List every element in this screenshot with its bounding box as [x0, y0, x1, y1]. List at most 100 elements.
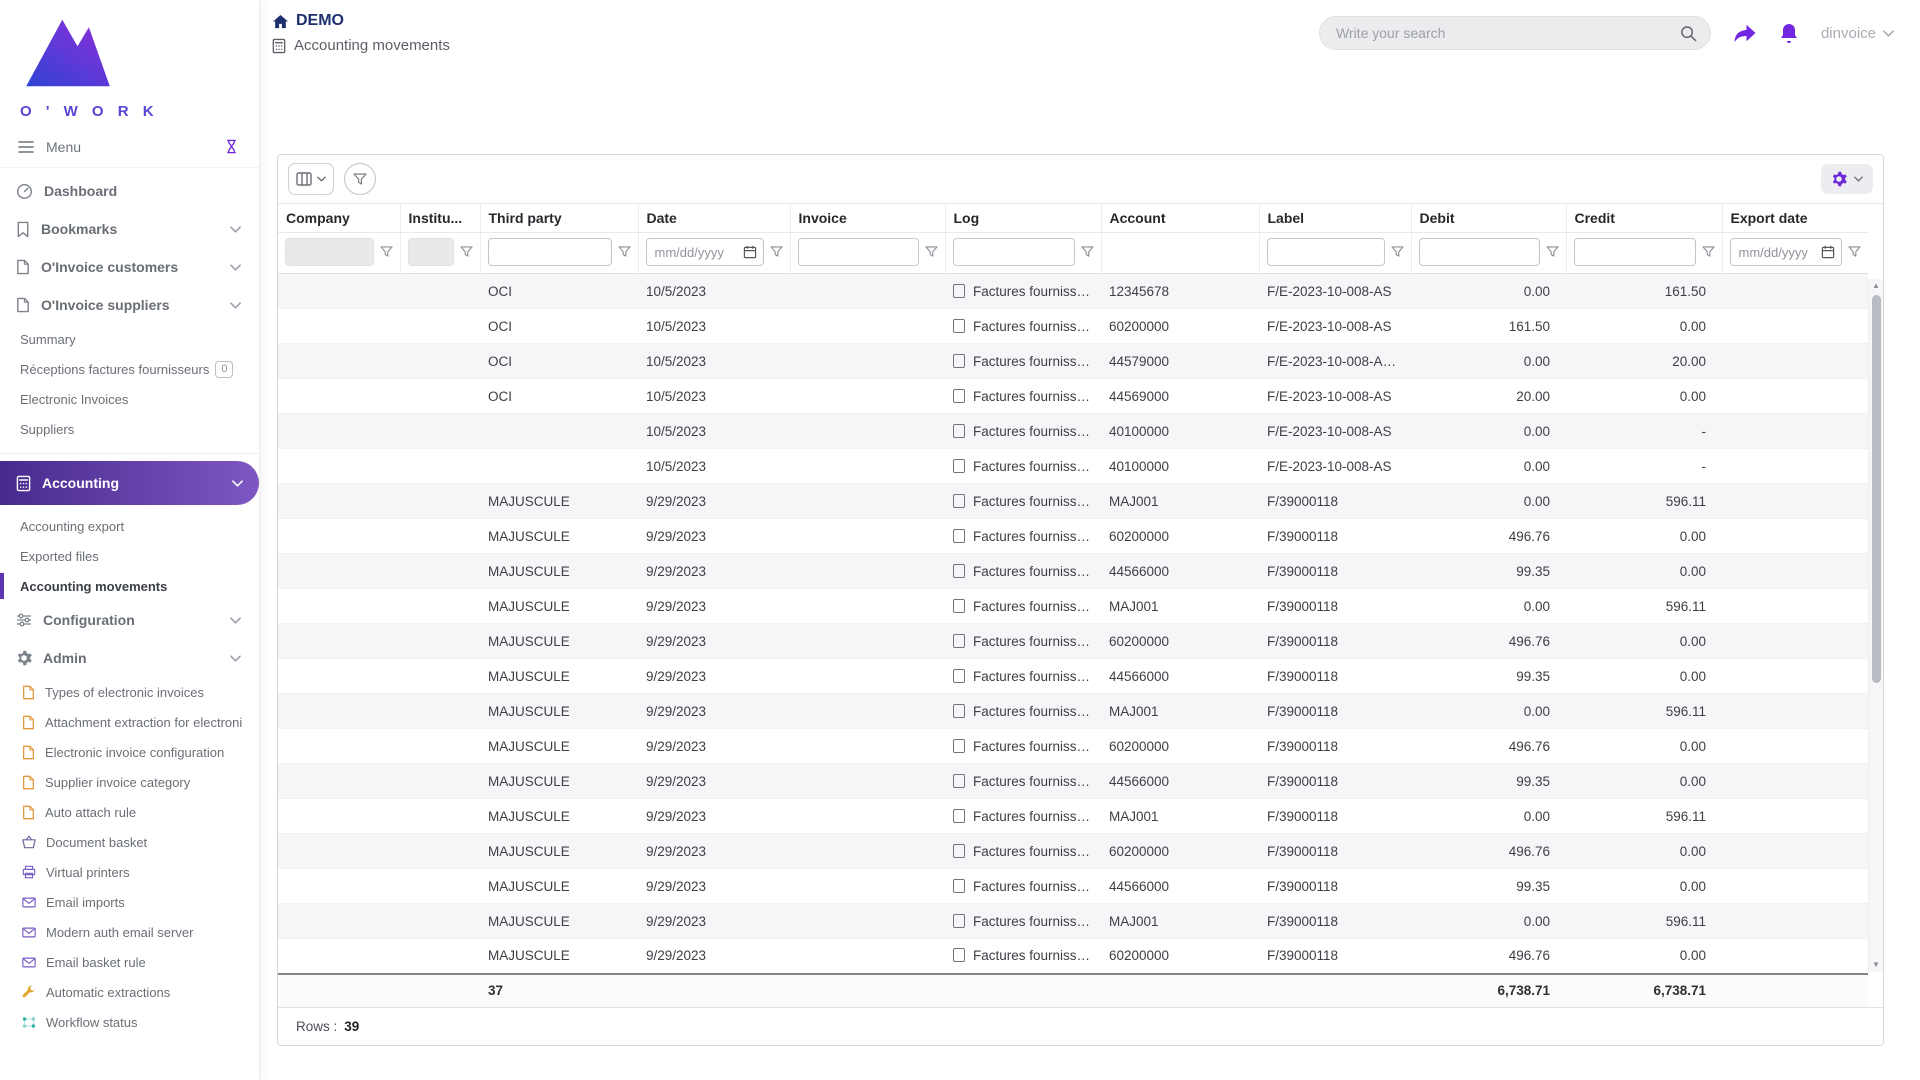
sidebar-item-attachment-extraction[interactable]: Attachment extraction for electroni [0, 707, 259, 737]
table-row[interactable]: MAJUSCULE 9/29/2023 Factures fournisseur… [278, 588, 1868, 624]
filter-label-input[interactable] [1266, 238, 1385, 266]
table-row[interactable]: 10/5/2023 Factures fournisseurs 40100000… [278, 413, 1868, 449]
table-row[interactable]: OCI 10/5/2023 Factures fournisseurs 4456… [278, 378, 1868, 414]
sidebar-item-auto-attach-rule[interactable]: Auto attach rule [0, 797, 259, 827]
cell-debit: 161.50 [1411, 308, 1566, 344]
sidebar-item-accounting-movements[interactable]: Accounting movements [0, 571, 259, 601]
sidebar-item-types-electronic-invoices[interactable]: Types of electronic invoices [0, 677, 259, 707]
funnel-icon[interactable] [770, 246, 783, 258]
sidebar-item-email-imports[interactable]: Email imports [0, 887, 259, 917]
table-row[interactable]: OCI 10/5/2023 Factures fournisseurs 4457… [278, 343, 1868, 379]
table-row[interactable]: MAJUSCULE 9/29/2023 Factures fournisseur… [278, 728, 1868, 764]
sidebar-item-receptions-factures[interactable]: Réceptions factures fournisseurs 0 [0, 354, 259, 384]
funnel-icon[interactable] [1081, 246, 1094, 258]
cell-third-party: MAJUSCULE [480, 553, 638, 589]
table-row[interactable]: MAJUSCULE 9/29/2023 Factures fournisseur… [278, 483, 1868, 519]
col-header-export-date[interactable]: Export date [1722, 204, 1868, 233]
share-button[interactable] [1733, 22, 1757, 44]
cell-third-party: OCI [480, 308, 638, 344]
col-header-institution[interactable]: Institu... [400, 204, 481, 233]
funnel-icon[interactable] [1391, 246, 1404, 258]
table-row[interactable]: MAJUSCULE 9/29/2023 Factures fournisseur… [278, 658, 1868, 694]
sidebar-item-configuration[interactable]: Configuration [0, 601, 259, 639]
funnel-icon[interactable] [1702, 246, 1715, 258]
cell-export-date [1722, 868, 1868, 904]
table-row[interactable]: OCI 10/5/2023 Factures fournisseurs 6020… [278, 308, 1868, 344]
table-row[interactable]: MAJUSCULE 9/29/2023 Factures fournisseur… [278, 553, 1868, 589]
table-row[interactable]: MAJUSCULE 9/29/2023 Factures fournisseur… [278, 833, 1868, 869]
user-menu[interactable]: dinvoice [1821, 25, 1894, 42]
sidebar-item-oinvoice-suppliers[interactable]: O'Invoice suppliers [0, 286, 259, 324]
cell-log: Factures fournisseurs [945, 798, 1101, 834]
sidebar-item-dashboard[interactable]: Dashboard [0, 172, 259, 210]
sidebar-item-oinvoice-customers[interactable]: O'Invoice customers [0, 248, 259, 286]
notifications-button[interactable] [1779, 22, 1799, 44]
col-header-debit[interactable]: Debit [1411, 204, 1567, 233]
table-row[interactable]: MAJUSCULE 9/29/2023 Factures fournisseur… [278, 693, 1868, 729]
calendar-icon[interactable] [743, 245, 757, 259]
vertical-scrollbar[interactable]: ▲ ▼ [1868, 279, 1883, 972]
sidebar-item-electronic-invoice-configuration[interactable]: Electronic invoice configuration [0, 737, 259, 767]
filter-log-input[interactable] [952, 238, 1075, 266]
sidebar-item-summary[interactable]: Summary [0, 324, 259, 354]
sidebar-item-accounting-export[interactable]: Accounting export [0, 511, 259, 541]
pin-sidebar-icon[interactable] [224, 139, 239, 154]
table-row[interactable]: MAJUSCULE 9/29/2023 Factures fournisseur… [278, 868, 1868, 904]
col-header-company[interactable]: Company [278, 204, 401, 233]
filter-third-party-input[interactable] [487, 238, 612, 266]
col-header-account[interactable]: Account [1101, 204, 1260, 233]
sidebar-item-supplier-invoice-category[interactable]: Supplier invoice category [0, 767, 259, 797]
sidebar-item-accounting[interactable]: Accounting [0, 461, 259, 505]
table-row[interactable]: MAJUSCULE 9/29/2023 Factures fournisseur… [278, 518, 1868, 554]
calendar-icon[interactable] [1821, 245, 1835, 259]
search-icon[interactable] [1680, 25, 1697, 42]
table-row[interactable]: MAJUSCULE 9/29/2023 Factures fournisseur… [278, 798, 1868, 834]
sidebar-item-document-basket[interactable]: Document basket [0, 827, 259, 857]
table-row[interactable]: OCI 10/5/2023 Factures fournisseurs 1234… [278, 273, 1868, 309]
search-input[interactable] [1319, 25, 1710, 41]
table-row[interactable]: MAJUSCULE 9/29/2023 Factures fournisseur… [278, 763, 1868, 799]
col-header-label[interactable]: Label [1259, 204, 1412, 233]
funnel-icon[interactable] [380, 246, 393, 258]
col-header-third-party[interactable]: Third party [480, 204, 639, 233]
hamburger-icon[interactable] [18, 140, 34, 154]
brand-logo[interactable]: O ' W O R K [0, 0, 259, 126]
cell-account: 60200000 [1101, 938, 1259, 974]
table-row[interactable]: MAJUSCULE 9/29/2023 Factures fournisseur… [278, 623, 1868, 659]
table-row[interactable]: MAJUSCULE 9/29/2023 Factures fournisseur… [278, 938, 1868, 974]
sidebar-item-suppliers[interactable]: Suppliers [0, 414, 259, 444]
funnel-icon[interactable] [1546, 246, 1559, 258]
scroll-up-arrow[interactable]: ▲ [1869, 279, 1883, 293]
cell-account: 60200000 [1101, 518, 1259, 554]
sidebar-item-exported-files[interactable]: Exported files [0, 541, 259, 571]
grid-settings-button[interactable] [1821, 164, 1873, 194]
col-header-invoice[interactable]: Invoice [790, 204, 946, 233]
sidebar-item-modern-auth-email-server[interactable]: Modern auth email server [0, 917, 259, 947]
sidebar-item-email-basket-rule[interactable]: Email basket rule [0, 947, 259, 977]
funnel-icon[interactable] [1848, 246, 1861, 258]
scroll-down-arrow[interactable]: ▼ [1869, 958, 1883, 972]
filter-toggle-button[interactable] [344, 163, 376, 195]
filter-debit-input[interactable] [1418, 238, 1540, 266]
col-header-date[interactable]: Date [638, 204, 791, 233]
funnel-icon[interactable] [460, 246, 473, 258]
filter-invoice-input[interactable] [797, 238, 919, 266]
sidebar-item-bookmarks[interactable]: Bookmarks [0, 210, 259, 248]
sidebar-item-admin[interactable]: Admin [0, 639, 259, 677]
column-chooser-button[interactable] [288, 163, 334, 195]
col-header-credit[interactable]: Credit [1566, 204, 1723, 233]
funnel-icon[interactable] [925, 246, 938, 258]
sidebar-item-automatic-extractions[interactable]: Automatic extractions [0, 977, 259, 1007]
table-row[interactable]: MAJUSCULE 9/29/2023 Factures fournisseur… [278, 903, 1868, 939]
cell-date: 9/29/2023 [638, 623, 790, 659]
cell-export-date [1722, 483, 1868, 519]
table-row[interactable]: 10/5/2023 Factures fournisseurs 40100000… [278, 448, 1868, 484]
sidebar-item-virtual-printers[interactable]: Virtual printers [0, 857, 259, 887]
cell-institution [400, 798, 480, 834]
sidebar-item-electronic-invoices[interactable]: Electronic Invoices [0, 384, 259, 414]
filter-credit-input[interactable] [1573, 238, 1696, 266]
col-header-log[interactable]: Log [945, 204, 1102, 233]
sidebar-item-workflow-status[interactable]: Workflow status [0, 1007, 259, 1037]
scrollbar-thumb[interactable] [1872, 295, 1881, 683]
funnel-icon[interactable] [618, 246, 631, 258]
